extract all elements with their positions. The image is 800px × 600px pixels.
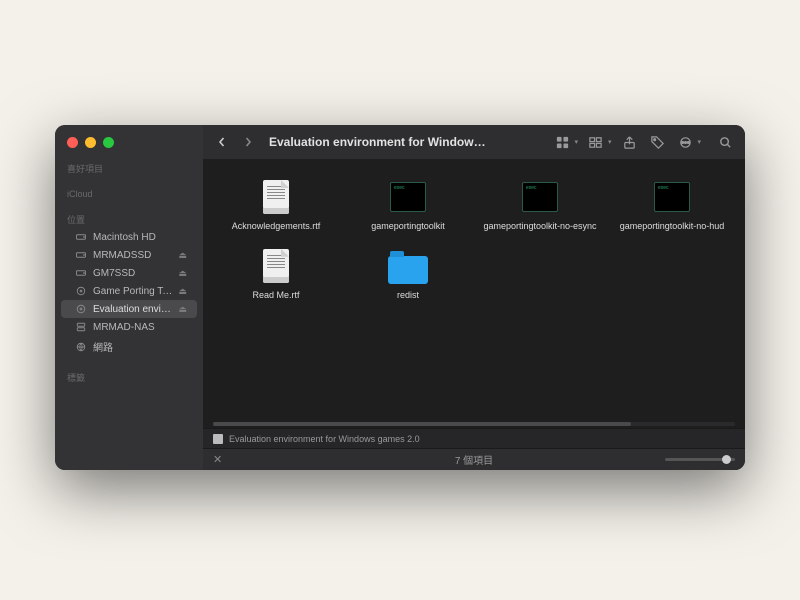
main-content: Evaluation environment for Window… ▾ ▾ ▾	[203, 125, 745, 470]
sidebar-item-label: MRMADSSD	[93, 250, 172, 261]
group-icon	[586, 132, 606, 152]
sidebar-item-label: Evaluation environ…	[93, 304, 172, 315]
horizontal-scrollbar[interactable]	[213, 422, 735, 426]
file-label: gameportingtoolkit-no-esync	[483, 221, 596, 232]
file-item[interactable]: gameportingtoolkit	[345, 173, 471, 236]
window-controls	[55, 135, 203, 158]
file-label: gameportingtoolkit-no-hud	[620, 221, 725, 232]
file-item[interactable]: gameportingtoolkit-no-esync	[477, 173, 603, 236]
path-text: Evaluation environment for Windows games…	[229, 434, 420, 444]
sidebar-item-label: GM7SSD	[93, 268, 172, 279]
sidebar-item-network[interactable]: 網路	[61, 336, 197, 357]
volume-icon	[213, 434, 223, 444]
rtf-document-icon	[256, 246, 296, 286]
minimize-window-button[interactable]	[85, 137, 96, 148]
unix-executable-icon	[520, 177, 560, 217]
sidebar-item-mrmad-nas[interactable]: MRMAD-NAS	[61, 318, 197, 336]
chevron-down-icon: ▾	[574, 138, 578, 146]
forward-button[interactable]	[239, 133, 257, 151]
chevron-down-icon: ▾	[697, 138, 701, 146]
disk-icon	[75, 285, 87, 297]
share-button[interactable]	[619, 132, 639, 152]
globe-icon	[75, 341, 87, 353]
eject-icon[interactable]: ⏏	[178, 304, 187, 315]
unix-executable-icon	[652, 177, 692, 217]
sidebar-item-label: MRMAD-NAS	[93, 322, 187, 333]
path-bar[interactable]: Evaluation environment for Windows games…	[203, 428, 745, 448]
sidebar-section-icloud: iCloud	[55, 185, 203, 201]
close-statusbar-button[interactable]: ✕	[213, 453, 222, 466]
eject-icon[interactable]: ⏏	[178, 268, 187, 279]
status-text: 7 個項目	[455, 452, 493, 467]
sidebar-item-game-porting-tool[interactable]: Game Porting Tool… ⏏	[61, 282, 197, 300]
sidebar-section-tags: 標籤	[55, 367, 203, 386]
search-button[interactable]	[715, 132, 735, 152]
sidebar-item-mrmadssd[interactable]: MRMADSSD ⏏	[61, 246, 197, 264]
file-label: redist	[397, 290, 419, 301]
hdd-icon	[75, 267, 87, 279]
tag-button[interactable]	[647, 132, 667, 152]
view-icon-group[interactable]: ▾	[552, 132, 578, 152]
view-icon-icon	[552, 132, 572, 152]
sidebar-section-locations: 位置	[55, 209, 203, 228]
slider-knob[interactable]	[722, 455, 731, 464]
file-item[interactable]: redist	[345, 242, 471, 305]
status-bar: ✕ 7 個項目	[203, 448, 745, 470]
file-item[interactable]: Read Me.rtf	[213, 242, 339, 305]
server-icon	[75, 321, 87, 333]
file-label: gameportingtoolkit	[371, 221, 445, 232]
zoom-window-button[interactable]	[103, 137, 114, 148]
chevron-down-icon: ▾	[608, 138, 612, 146]
rtf-document-icon	[256, 177, 296, 217]
icon-size-slider[interactable]	[665, 458, 735, 461]
sidebar: 喜好項目 iCloud 位置 Macintosh HD MRMADSSD ⏏ G…	[55, 125, 203, 470]
group-button[interactable]: ▾	[586, 132, 612, 152]
action-icon	[675, 132, 695, 152]
unix-executable-icon	[388, 177, 428, 217]
file-label: Acknowledgements.rtf	[232, 221, 321, 232]
action-button[interactable]: ▾	[675, 132, 701, 152]
disk-icon	[75, 303, 87, 315]
file-item[interactable]: gameportingtoolkit-no-hud	[609, 173, 735, 236]
file-browser[interactable]: Acknowledgements.rtf gameportingtoolkit …	[203, 159, 745, 422]
back-button[interactable]	[213, 133, 231, 151]
eject-icon[interactable]: ⏏	[178, 286, 187, 297]
sidebar-section-favorites: 喜好項目	[55, 158, 203, 177]
toolbar: Evaluation environment for Window… ▾ ▾ ▾	[203, 125, 745, 159]
sidebar-item-label: Macintosh HD	[93, 232, 187, 243]
sidebar-item-gm7ssd[interactable]: GM7SSD ⏏	[61, 264, 197, 282]
sidebar-item-macintosh-hd[interactable]: Macintosh HD	[61, 228, 197, 246]
hdd-icon	[75, 231, 87, 243]
scrollbar-thumb[interactable]	[213, 422, 631, 426]
finder-window: 喜好項目 iCloud 位置 Macintosh HD MRMADSSD ⏏ G…	[55, 125, 745, 470]
sidebar-item-label: 網路	[93, 339, 187, 354]
file-item[interactable]: Acknowledgements.rtf	[213, 173, 339, 236]
window-title: Evaluation environment for Window…	[269, 135, 486, 149]
hdd-icon	[75, 249, 87, 261]
eject-icon[interactable]: ⏏	[178, 250, 187, 261]
icon-grid: Acknowledgements.rtf gameportingtoolkit …	[213, 173, 735, 305]
file-label: Read Me.rtf	[252, 290, 299, 301]
sidebar-item-evaluation-environ[interactable]: Evaluation environ… ⏏	[61, 300, 197, 318]
close-window-button[interactable]	[67, 137, 78, 148]
folder-icon	[388, 246, 428, 286]
sidebar-item-label: Game Porting Tool…	[93, 286, 172, 297]
